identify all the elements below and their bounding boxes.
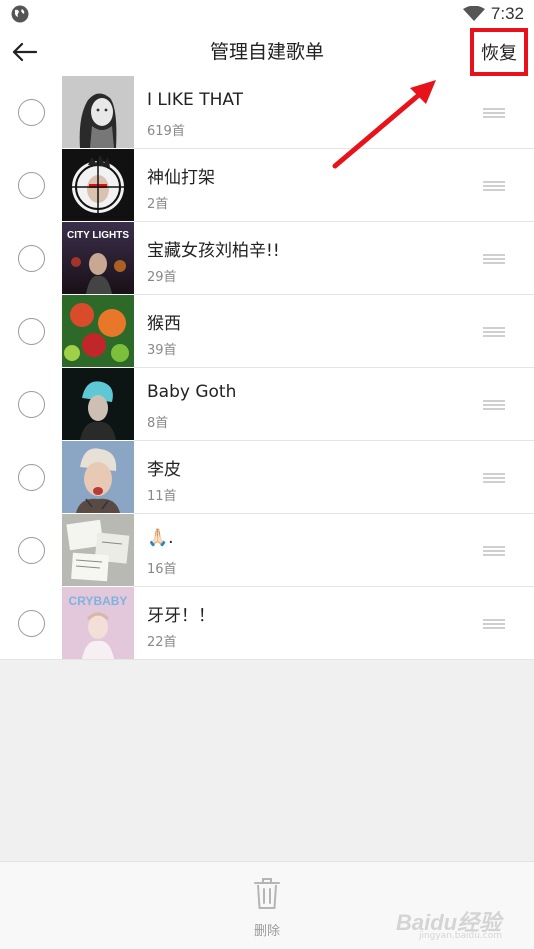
playlist-cover: CRYBABY — [62, 587, 134, 659]
select-radio[interactable] — [18, 318, 45, 345]
page-title: 管理自建歌单 — [209, 41, 324, 63]
playlist-name: 宝藏女孩刘柏辛!! — [147, 241, 280, 261]
select-radio[interactable] — [18, 172, 45, 199]
drag-handle-icon[interactable] — [483, 619, 505, 629]
back-button[interactable] — [8, 36, 40, 68]
playlist-count: 619首 — [147, 124, 185, 139]
playlist-count: 29首 — [147, 270, 177, 285]
drag-handle-icon[interactable] — [483, 108, 505, 118]
playlist-list: I LIKE THAT 619首 神仙打架 2首 CITY LIGHTS 宝藏女… — [0, 76, 534, 660]
playlist-row[interactable]: 神仙打架 2首 — [0, 149, 534, 222]
playlist-row[interactable]: 李皮 11首 — [0, 441, 534, 514]
playlist-count: 8首 — [147, 416, 169, 431]
playlist-count: 39首 — [147, 343, 177, 358]
playlist-cover — [62, 441, 134, 513]
back-arrow-icon — [12, 42, 37, 62]
playlist-name: 牙牙！！ — [147, 606, 215, 626]
playlist-count: 16首 — [147, 562, 177, 577]
drag-handle-icon[interactable] — [483, 473, 505, 483]
watermark: Baidu经验 jingyan.baidu.com — [396, 905, 506, 941]
header: 管理自建歌单 恢复 — [0, 28, 534, 76]
playlist-row[interactable]: CITY LIGHTS 宝藏女孩刘柏辛!! 29首 — [0, 222, 534, 295]
playlist-cover — [62, 368, 134, 440]
playlist-name: Baby Goth — [147, 382, 237, 402]
playlist-row[interactable]: Baby Goth 8首 — [0, 368, 534, 441]
restore-button[interactable]: 恢复 — [470, 28, 528, 76]
drag-handle-icon[interactable] — [483, 254, 505, 264]
status-bar: 7:32 — [0, 0, 534, 28]
playlist-name: 猴西 — [147, 314, 181, 334]
playlist-name: I LIKE THAT — [147, 90, 244, 110]
drag-handle-icon[interactable] — [483, 400, 505, 410]
status-time: 7:32 — [490, 4, 524, 23]
playlist-row[interactable]: CRYBABY 牙牙！！ 22首 — [0, 587, 534, 660]
select-radio[interactable] — [18, 99, 45, 126]
playlist-count: 11首 — [147, 489, 177, 504]
playlist-count: 2首 — [147, 197, 169, 212]
select-radio[interactable] — [18, 245, 45, 272]
wifi-icon — [462, 6, 485, 21]
playlist-row[interactable]: 猴西 39首 — [0, 295, 534, 368]
playlist-cover: CITY LIGHTS — [62, 222, 134, 294]
bottom-bar: 删除 Baidu经验 jingyan.baidu.com — [0, 861, 534, 949]
select-radio[interactable] — [18, 391, 45, 418]
playlist-name: 神仙打架 — [147, 168, 215, 188]
playlist-cover — [62, 295, 134, 367]
playlist-name: 🙏🏻. — [147, 528, 174, 548]
drag-handle-icon[interactable] — [483, 546, 505, 556]
playlist-count: 22首 — [147, 635, 177, 650]
playlist-row[interactable]: I LIKE THAT 619首 — [0, 76, 534, 149]
select-radio[interactable] — [18, 464, 45, 491]
playlist-cover — [62, 149, 134, 221]
watermark-url: jingyan.baidu.com — [418, 931, 502, 941]
playlist-cover — [62, 76, 134, 148]
delete-label: 删除 — [253, 924, 280, 939]
cover-text: CRYBABY — [69, 594, 128, 608]
cover-text: CITY LIGHTS — [67, 230, 129, 241]
drag-handle-icon[interactable] — [483, 327, 505, 337]
playlist-name: 李皮 — [147, 460, 181, 480]
playlist-row[interactable]: 🙏🏻. 16首 — [0, 514, 534, 587]
delete-button[interactable]: 删除 — [237, 876, 297, 942]
select-radio[interactable] — [18, 610, 45, 637]
drag-handle-icon[interactable] — [483, 181, 505, 191]
select-radio[interactable] — [18, 537, 45, 564]
playlist-cover — [62, 514, 134, 586]
globe-icon — [11, 5, 29, 23]
trash-icon — [254, 878, 280, 909]
